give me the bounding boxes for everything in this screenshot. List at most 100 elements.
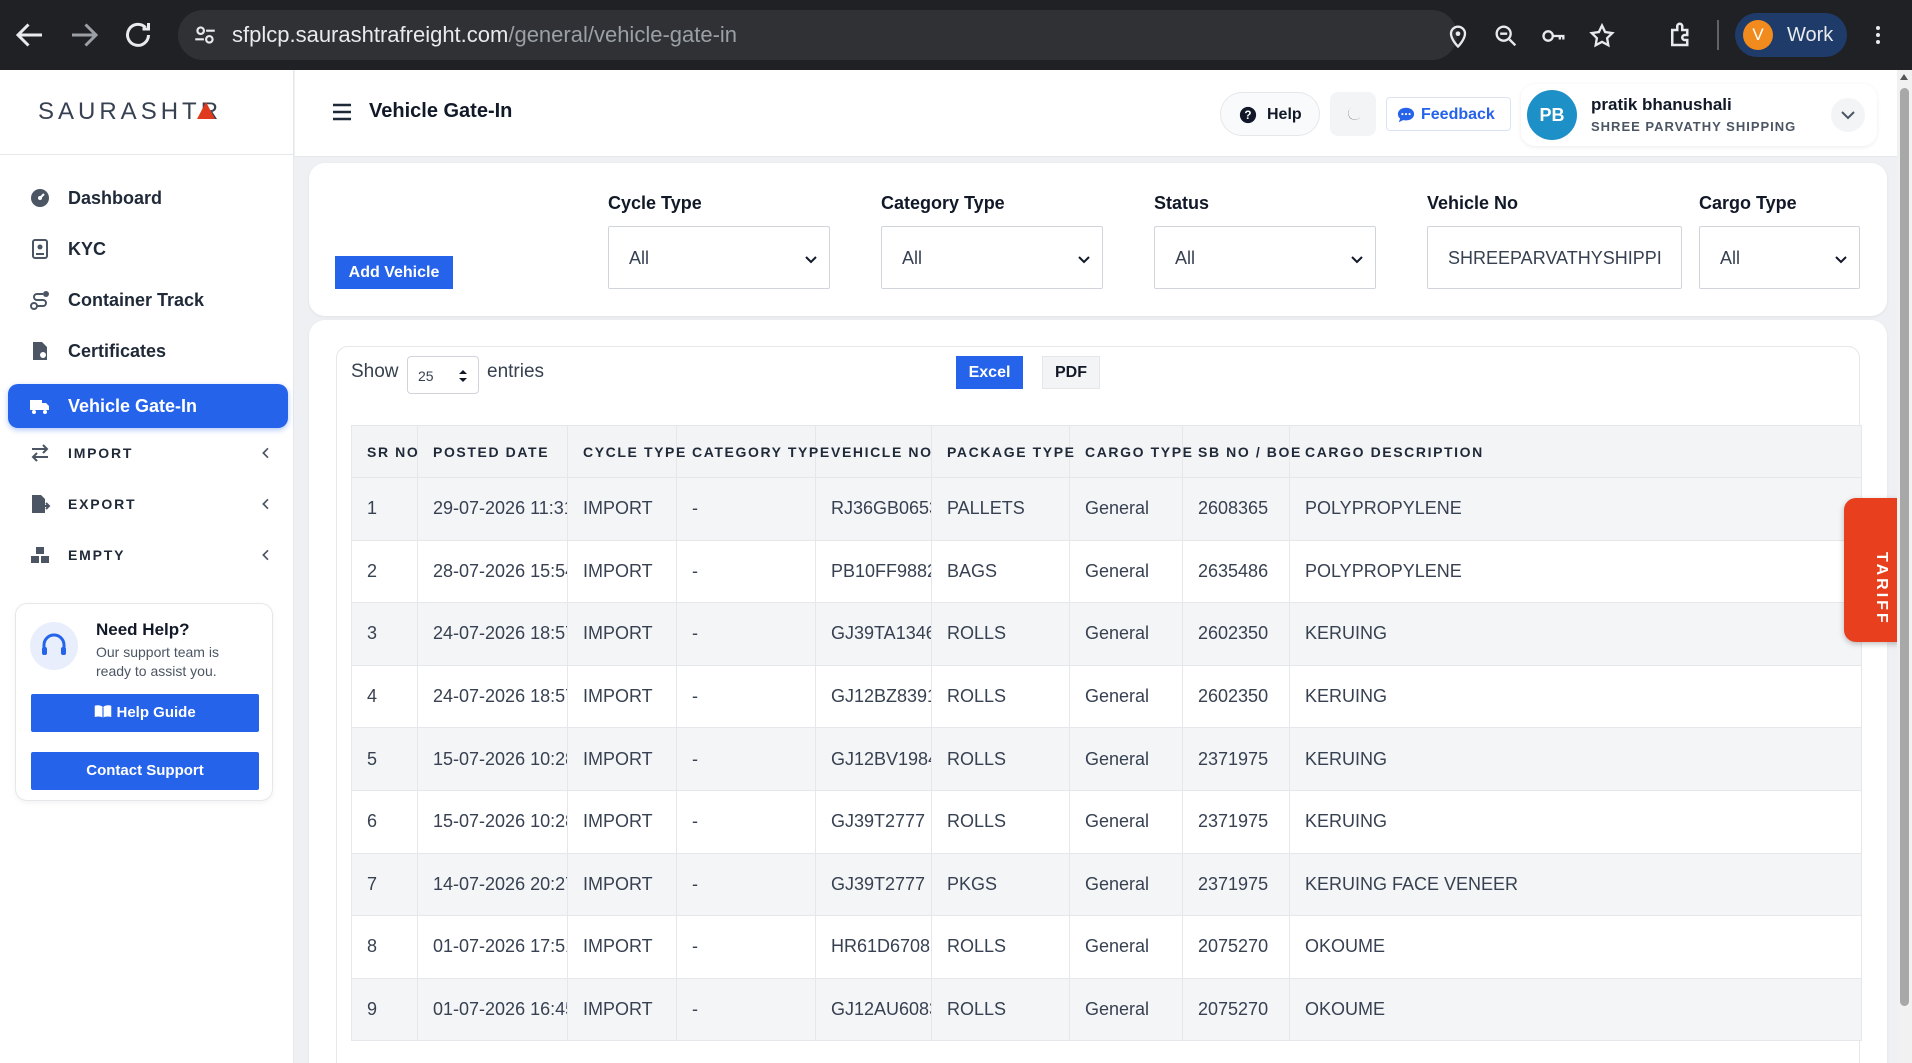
container-stack-icon [28, 543, 52, 567]
table-cell: GJ12AU6083 [815, 977, 932, 1042]
table-cell: ROLLS [931, 915, 1070, 979]
vehicle-no-label: Vehicle No [1427, 193, 1519, 213]
column-header[interactable]: CYCLE TYPE [567, 425, 685, 478]
cycle-type-select[interactable]: All [608, 226, 830, 289]
table-cell: BAGS [931, 539, 1070, 604]
table-cell: 15-07-2026 10:28 [417, 727, 568, 791]
location-icon[interactable] [1444, 22, 1472, 50]
chat-bubble-icon [1397, 106, 1415, 124]
export-excel-button[interactable]: Excel [956, 356, 1023, 389]
vehicle-no-input[interactable]: SHREEPARVATHYSHIPPI [1427, 226, 1682, 289]
table-cell: General [1069, 852, 1183, 917]
table-row[interactable]: 9 01-07-2026 16:45 IMPORT - GJ12AU6083 ROLLS G… [351, 977, 1862, 1042]
browser-toolbar: sfplcp.saurashtrafreight.com/general/veh… [0, 0, 1912, 70]
sidebar: SAURASHTR Dashboard KYC Container Track … [0, 70, 294, 1063]
table-row[interactable]: 6 15-07-2026 10:28 IMPORT - GJ39T2777 ROLLS Ge… [351, 789, 1862, 854]
help-button[interactable]: ? Help [1220, 92, 1320, 136]
status-select[interactable]: All [1154, 226, 1376, 289]
sidebar-item-kyc[interactable]: KYC [8, 227, 288, 271]
table-cell: General [1069, 977, 1183, 1042]
tariff-tab[interactable]: TARIFF [1844, 498, 1900, 642]
forward-arrow-icon[interactable] [66, 17, 102, 53]
column-header[interactable]: PACKAGE TYPE [931, 425, 1074, 478]
table-cell: PKGS [931, 852, 1070, 917]
table-cell: OKOUME [1289, 915, 1862, 979]
table-panel: Show 25 entries Excel PDF SR NO POSTED DA… [309, 320, 1887, 1063]
table-cell: 24-07-2026 18:57 [417, 664, 568, 729]
profile-button[interactable]: V Work [1735, 13, 1847, 57]
page-scrollbar[interactable] [1897, 70, 1912, 1063]
table-row[interactable]: 5 15-07-2026 10:28 IMPORT - GJ12BV1984 ROLLS G… [351, 727, 1862, 791]
table-cell: ROLLS [931, 664, 1070, 729]
table-cell: IMPORT [567, 602, 677, 666]
table-row[interactable]: 7 14-07-2026 20:27 IMPORT - GJ39T2777 PKGS Gen… [351, 852, 1862, 917]
zoom-icon[interactable] [1492, 22, 1520, 50]
table-row[interactable]: 2 28-07-2026 15:54 IMPORT - PB10FF9882 BAGS Ge… [351, 539, 1862, 604]
table-cell: 6 [351, 789, 418, 854]
feedback-button[interactable]: Feedback [1386, 97, 1511, 131]
table-row[interactable]: 1 29-07-2026 11:31 IMPORT - RJ36GB0653 PALLET… [351, 477, 1862, 541]
help-guide-label: Help Guide [116, 704, 196, 721]
chevron-down-icon[interactable] [1831, 98, 1865, 132]
hamburger-menu-icon[interactable] [331, 102, 353, 122]
address-bar[interactable]: sfplcp.saurashtrafreight.com/general/veh… [178, 10, 1615, 60]
table-cell: IMPORT [567, 789, 677, 854]
back-arrow-icon[interactable] [12, 17, 48, 53]
vehicle-no-value: SHREEPARVATHYSHIPPI [1448, 248, 1662, 268]
extensions-icon[interactable] [1666, 20, 1696, 50]
category-type-label: Category Type [881, 193, 1005, 213]
table-cell: OKOUME [1289, 977, 1862, 1042]
table-row[interactable]: 8 01-07-2026 17:51 IMPORT - HR61D6708 ROLLS Ge… [351, 915, 1862, 979]
scroll-up-arrow-icon[interactable] [1900, 74, 1908, 80]
more-menu-icon[interactable] [1866, 20, 1890, 50]
contact-support-button[interactable]: Contact Support [31, 752, 259, 790]
sidebar-item-dashboard[interactable]: Dashboard [8, 176, 288, 220]
brand-logo[interactable]: SAURASHTR [0, 70, 294, 155]
category-type-select[interactable]: All [881, 226, 1103, 289]
category-type-value: All [902, 248, 923, 268]
column-header[interactable]: POSTED DATE [417, 425, 568, 478]
table-cell: General [1069, 477, 1183, 541]
table-row[interactable]: 4 24-07-2026 18:57 IMPORT - GJ12BZ8391 ROLLS G… [351, 664, 1862, 729]
export-pdf-button[interactable]: PDF [1042, 356, 1100, 389]
bookmark-star-icon[interactable] [1588, 22, 1616, 50]
url-text[interactable]: sfplcp.saurashtrafreight.com/general/veh… [232, 10, 737, 60]
filter-panel: Add Vehicle Cycle Type All Category Type… [309, 163, 1887, 316]
sidebar-item-empty[interactable]: EMPTY [8, 533, 288, 577]
table-cell: PB10FF9882 [815, 539, 932, 604]
column-header[interactable]: CARGO TYPE [1069, 425, 1192, 478]
column-header[interactable]: VEHICLE NO [815, 425, 932, 478]
profile-avatar: V [1743, 20, 1773, 50]
entries-per-page-select[interactable]: 25 [407, 356, 479, 394]
table-cell: GJ39T2777 [815, 789, 932, 854]
sidebar-item-vehicle-gate-in[interactable]: Vehicle Gate-In [8, 384, 288, 428]
table-cell: General [1069, 727, 1183, 791]
site-settings-icon[interactable] [192, 22, 218, 48]
reload-icon[interactable] [120, 17, 156, 53]
sidebar-item-import[interactable]: IMPORT [8, 431, 288, 475]
sidebar-item-container-track[interactable]: Container Track [8, 278, 288, 322]
route-icon [28, 288, 52, 312]
column-header[interactable]: CATEGORY TYPE [676, 425, 829, 478]
cargo-type-select[interactable]: All [1699, 226, 1860, 289]
scrollbar-thumb[interactable] [1900, 88, 1909, 1006]
table-cell: POLYPROPYLENE [1289, 539, 1862, 604]
table-cell: 3 [351, 602, 418, 666]
password-key-icon[interactable] [1540, 22, 1568, 50]
sidebar-item-label: Container Track [68, 290, 205, 310]
column-header[interactable]: SR NO [351, 425, 418, 478]
column-header[interactable]: SB NO / BOE [1182, 425, 1300, 478]
sidebar-item-export[interactable]: EXPORT [8, 482, 288, 526]
table-cell: 9 [351, 977, 418, 1042]
add-vehicle-button[interactable]: Add Vehicle [335, 256, 453, 289]
help-guide-button[interactable]: Help Guide [31, 694, 259, 732]
user-profile-menu[interactable]: PB pratik bhanushali SHREE PARVATHY SHIP… [1521, 84, 1877, 146]
table-row[interactable]: 3 24-07-2026 18:57 IMPORT - GJ39TA1346 ROLLS G… [351, 602, 1862, 666]
truck-icon [28, 394, 52, 418]
column-header[interactable]: CARGO DESCRIPTION [1289, 425, 1862, 478]
dark-mode-toggle[interactable] [1330, 92, 1376, 136]
table-cell: 1 [351, 477, 418, 541]
table-cell: KERUING [1289, 664, 1862, 729]
sidebar-item-certificates[interactable]: Certificates [8, 329, 288, 373]
chevron-down-icon [1833, 251, 1849, 267]
